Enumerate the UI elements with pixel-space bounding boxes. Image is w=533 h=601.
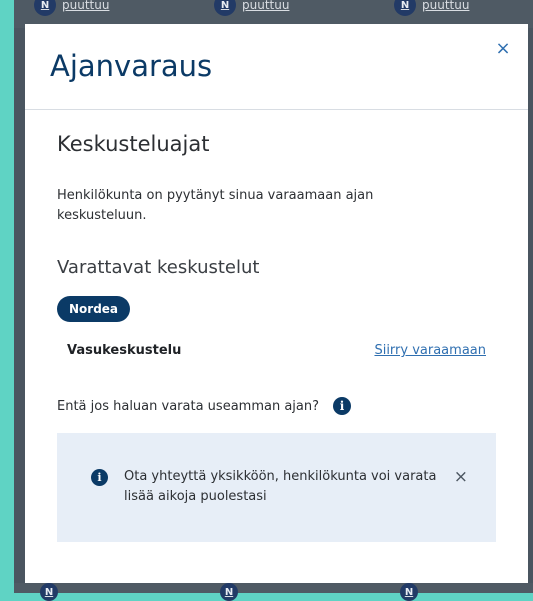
background-chip: N puuttuu bbox=[214, 0, 289, 16]
background-chip: N bbox=[220, 583, 238, 601]
modal-header: Ajanvaraus × bbox=[25, 24, 528, 110]
background-bottom-row: N N N bbox=[14, 583, 533, 601]
intro-text: Henkilökunta on pyytänyt sinua varaamaan… bbox=[57, 188, 374, 223]
info-text: Ota yhteyttä yksikköön, henkilökunta voi… bbox=[124, 469, 437, 504]
info-box: i Ota yhteyttä yksikköön, henkilökunta v… bbox=[57, 433, 496, 542]
avatar: N bbox=[214, 0, 236, 16]
avatar: N bbox=[34, 0, 56, 16]
modal-title: Ajanvaraus bbox=[50, 49, 213, 83]
avatar: N bbox=[220, 583, 238, 601]
avatar: N bbox=[394, 0, 416, 16]
organization-badge: Nordea bbox=[57, 296, 131, 322]
background-chip: N bbox=[400, 583, 418, 601]
booking-modal: Ajanvaraus × Keskusteluajat Henkilökunta… bbox=[25, 24, 528, 583]
background-chip-label: puuttuu bbox=[242, 0, 290, 12]
close-icon[interactable]: × bbox=[492, 38, 514, 60]
avatar: N bbox=[40, 583, 58, 601]
avatar: N bbox=[400, 583, 418, 601]
multiple-bookings-question: Entä jos haluan varata useamman ajan? i bbox=[57, 397, 352, 415]
conversations-heading: Varattavat keskustelut bbox=[57, 257, 260, 278]
close-icon[interactable]: × bbox=[454, 467, 468, 487]
section-title: Keskusteluajat bbox=[57, 132, 210, 156]
background-chip: N puuttuu bbox=[34, 0, 109, 16]
background-chip: N bbox=[40, 583, 58, 601]
background-chip-label: puuttuu bbox=[62, 0, 110, 12]
info-icon[interactable]: i bbox=[333, 397, 352, 415]
conversation-name: Vasukeskustelu bbox=[67, 343, 182, 358]
book-conversation-link[interactable]: Siirry varaamaan bbox=[374, 343, 486, 358]
question-text: Entä jos haluan varata useamman ajan? bbox=[57, 398, 320, 414]
info-icon: i bbox=[91, 469, 108, 486]
background-chip-label: puuttuu bbox=[422, 0, 470, 12]
background-chip: N puuttuu bbox=[394, 0, 469, 16]
